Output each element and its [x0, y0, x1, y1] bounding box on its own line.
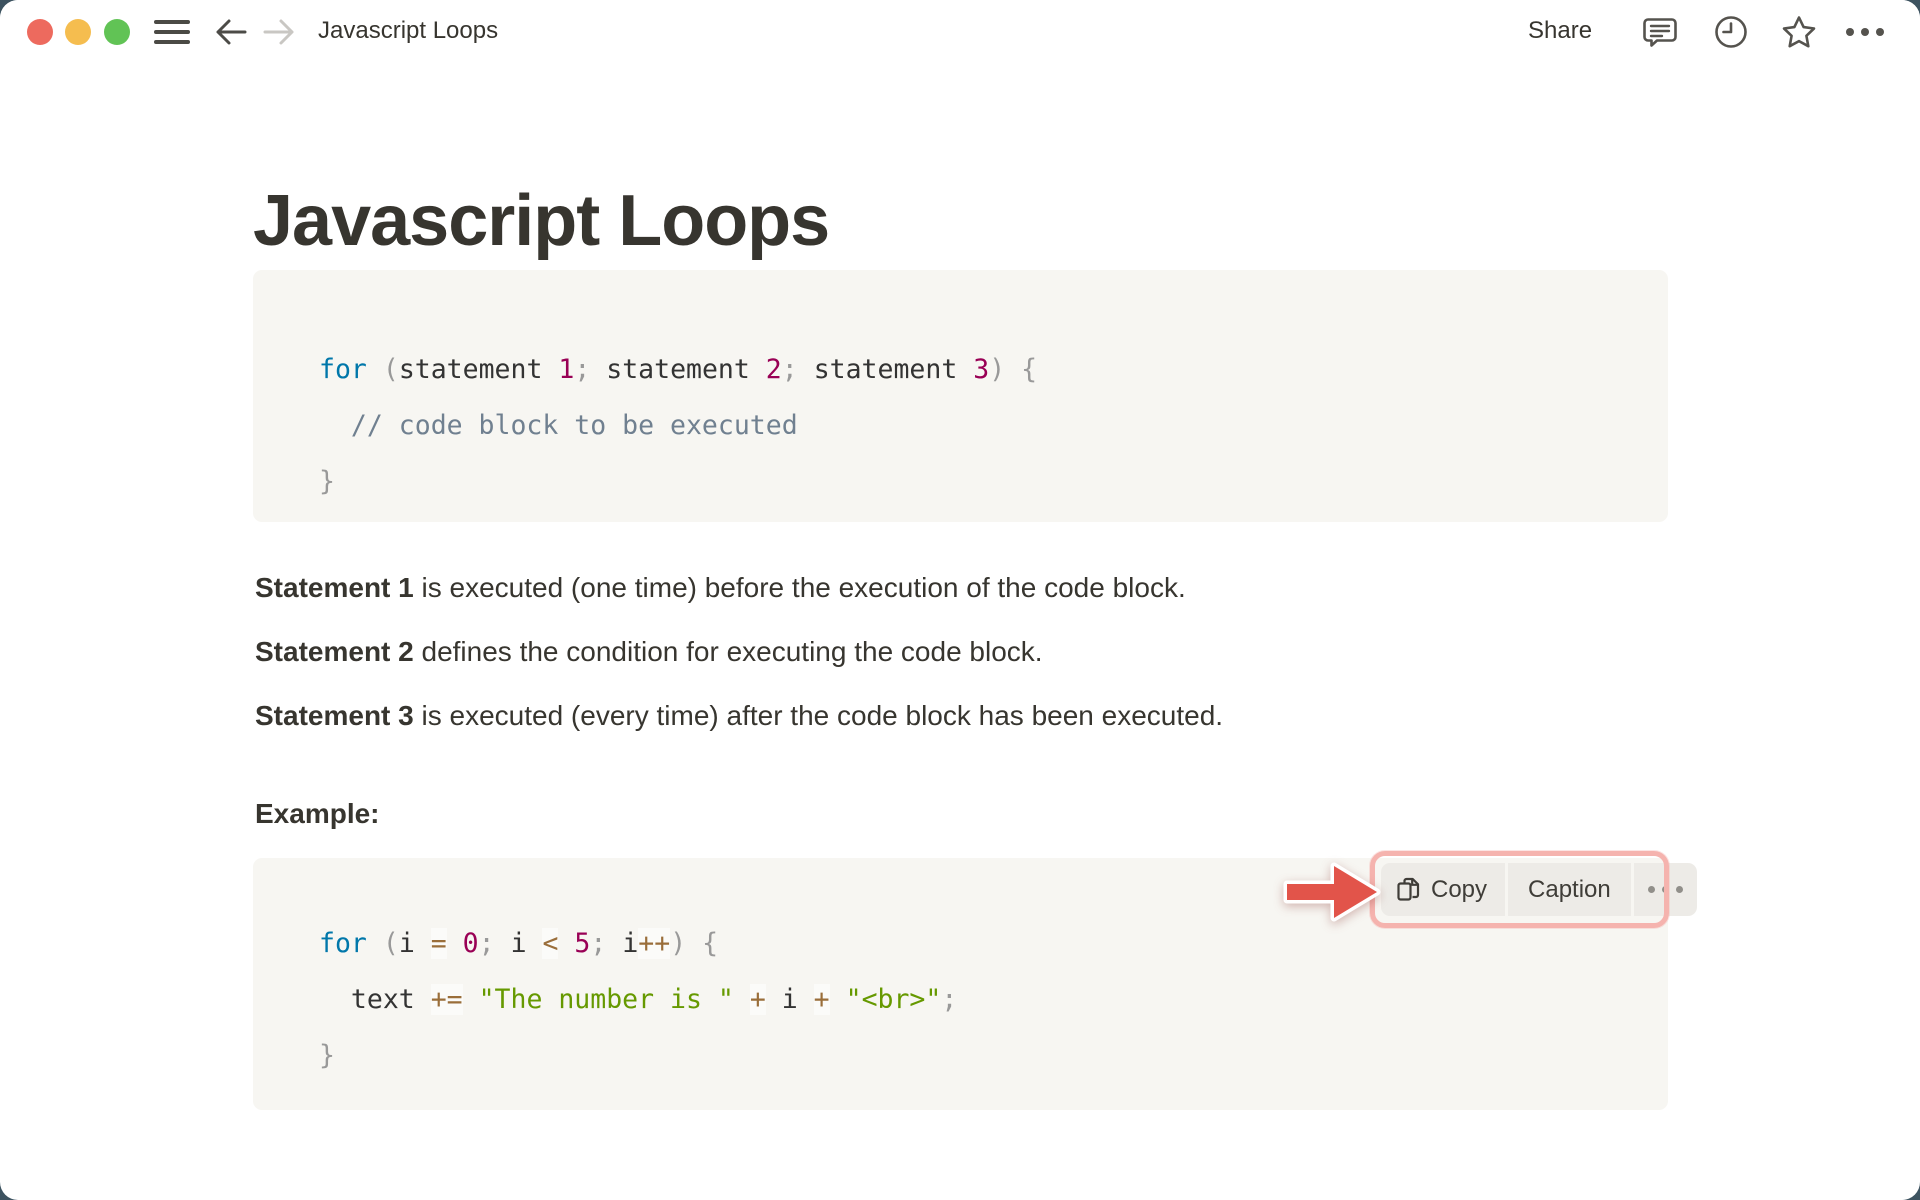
favorite-button[interactable] [1780, 13, 1818, 51]
zoom-window-button[interactable] [104, 19, 130, 45]
example-heading: Example: [255, 798, 380, 830]
more-options-button[interactable] [1846, 13, 1884, 51]
red-arrow-pointer-icon [1282, 857, 1382, 927]
page-history-button[interactable] [1712, 13, 1750, 51]
statement-2-text: defines the condition for executing the … [414, 636, 1043, 667]
star-icon [1780, 14, 1818, 50]
copy-icon [1395, 876, 1422, 903]
page-title: Javascript Loops [253, 182, 829, 260]
forward-button[interactable] [260, 13, 298, 51]
copy-button-label: Copy [1431, 876, 1487, 904]
statement-1-text: is executed (one time) before the execut… [414, 572, 1186, 603]
ellipsis-icon [1648, 886, 1683, 893]
code-content: for (statement 1; statement 2; statement… [319, 342, 1037, 510]
app-window: Javascript Loops Share Javascript Loops … [0, 0, 1920, 1200]
statement-2-term: Statement 2 [255, 636, 414, 667]
statement-1-paragraph: Statement 1 is executed (one time) befor… [255, 572, 1186, 604]
back-arrow-icon [214, 17, 248, 47]
statement-3-paragraph: Statement 3 is executed (every time) aft… [255, 700, 1223, 732]
forward-arrow-icon [262, 17, 296, 47]
code-block-syntax: for (statement 1; statement 2; statement… [253, 270, 1668, 522]
statement-3-text: is executed (every time) after the code … [414, 700, 1223, 731]
caption-button[interactable]: Caption [1508, 863, 1631, 916]
code-toolbar: Copy Caption [1381, 863, 1697, 916]
code-more-button[interactable] [1634, 863, 1697, 916]
code-content: for (i = 0; i < 5; i++) { text += "The n… [319, 916, 957, 1084]
statement-3-term: Statement 3 [255, 700, 414, 731]
breadcrumb-page-title[interactable]: Javascript Loops [318, 17, 498, 45]
share-button[interactable]: Share [1528, 17, 1592, 45]
statement-1-term: Statement 1 [255, 572, 414, 603]
comments-button[interactable] [1641, 13, 1679, 51]
statement-2-paragraph: Statement 2 defines the condition for ex… [255, 636, 1043, 668]
copy-button[interactable]: Copy [1381, 863, 1505, 916]
close-window-button[interactable] [27, 19, 53, 45]
history-clock-icon [1713, 14, 1749, 50]
more-options-icon [1846, 28, 1884, 36]
title-bar: Javascript Loops Share [0, 0, 1920, 64]
caption-button-label: Caption [1528, 876, 1611, 904]
minimize-window-button[interactable] [65, 19, 91, 45]
back-button[interactable] [212, 13, 250, 51]
comment-icon [1642, 14, 1678, 50]
menu-icon[interactable] [154, 20, 190, 44]
